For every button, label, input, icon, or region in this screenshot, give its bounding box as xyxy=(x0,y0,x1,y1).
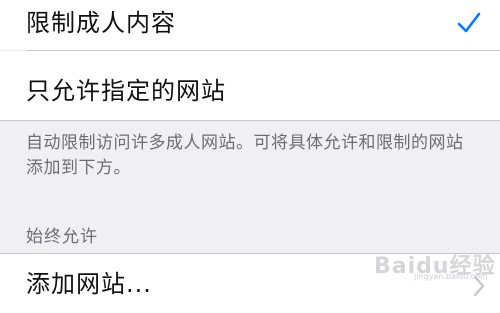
watermark-url: jingyan.baidu.com xyxy=(414,272,488,281)
restrict-adult-content-option[interactable]: 限制成人内容 xyxy=(0,0,500,51)
add-website-label: 添加网站... xyxy=(26,270,152,298)
restrict-adult-content-label: 限制成人内容 xyxy=(26,9,176,37)
web-content-settings-screen: 限制成人内容 只允许指定的网站 自动限制访问许多成人网站。可将具体允许和限制的网… xyxy=(0,0,500,313)
always-allow-section-header: 始终允许 xyxy=(26,227,98,247)
allow-specified-sites-only-option[interactable]: 只允许指定的网站 xyxy=(0,51,500,120)
baidu-jingyan-watermark: Baidu经验 jingyan.baidu.com xyxy=(374,248,495,282)
allow-specified-sites-only-label: 只允许指定的网站 xyxy=(26,77,226,105)
restriction-description: 自动限制访问许多成人网站。可将具体允许和限制的网站添加到下方。 xyxy=(26,133,464,178)
group-bottom-border xyxy=(0,120,500,121)
checkmark-icon xyxy=(457,12,481,33)
